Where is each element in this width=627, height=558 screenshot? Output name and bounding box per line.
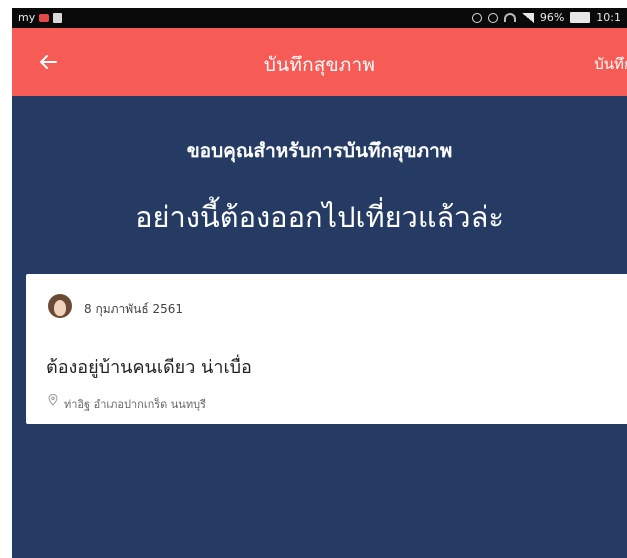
page-title: บันทึกสุขภาพ: [263, 54, 376, 76]
thank-you-headline: ขอบคุณสำหรับการบันทึกสุขภาพ: [186, 140, 453, 162]
status-time: 10:1: [596, 11, 621, 24]
image-notification-icon: [53, 12, 63, 23]
avatar-face: [54, 300, 66, 316]
location-pin-icon: [48, 394, 58, 406]
carrier-label: my: [18, 11, 36, 24]
entry-date: 8 กุมภาพันธ์ 2561: [84, 302, 184, 316]
vibrate-icon: [471, 12, 482, 23]
health-entry-card[interactable]: 8 กุมภาพันธ์ 2561 ต้องอยู่บ้านคนเดียว น่…: [26, 274, 627, 424]
encouragement-text: อย่างนี้ต้องออกไปเที่ยวแล้วล่ะ: [135, 200, 504, 234]
battery-icon: [570, 12, 591, 23]
alarm-icon: [487, 12, 498, 23]
signal-icon: [521, 12, 534, 23]
save-button[interactable]: บันทึก: [594, 52, 627, 76]
phone-screen: my 96% 10:1 บันทึกสุขภาพ บันทึก ขอบคุณสำ…: [12, 8, 627, 558]
entry-location: ท่าอิฐ อำเภอปากเกร็ด นนทบุรี: [64, 398, 206, 411]
wifi-icon: [503, 13, 516, 22]
notification-icon: [39, 13, 50, 22]
avatar: [48, 294, 72, 318]
entry-text: ต้องอยู่บ้านคนเดียว น่าเบื่อ: [46, 357, 252, 378]
status-bar-right: 96% 10:1: [471, 11, 621, 24]
status-bar: my 96% 10:1: [12, 8, 627, 28]
app-bar: บันทึกสุขภาพ บันทึก: [12, 28, 627, 96]
status-bar-left: my: [18, 11, 63, 24]
battery-percent: 96%: [539, 11, 565, 24]
